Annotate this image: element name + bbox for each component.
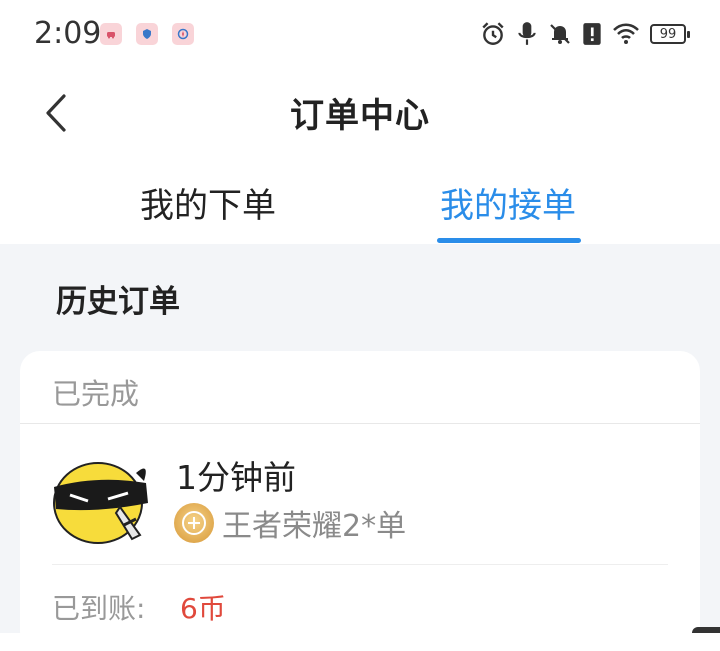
paid-value: 6币: [180, 592, 226, 625]
alert-icon: [583, 23, 601, 45]
active-tab-indicator: [437, 238, 581, 243]
paid-label: 已到账:: [52, 592, 146, 625]
order-time: 1分钟前: [176, 458, 296, 497]
compass-app-icon: [172, 23, 194, 45]
bell-off-icon: [550, 24, 570, 44]
car-app-icon: [100, 23, 122, 45]
game-row: 王者荣耀2*单: [174, 501, 406, 545]
tab-my-accepted[interactable]: 我的接单: [440, 178, 576, 227]
game-logo-icon: [174, 503, 214, 543]
microphone-icon: [518, 22, 536, 45]
battery-level: 99: [659, 26, 677, 42]
battery-icon: 99: [650, 24, 690, 44]
status-bar: 2:09 99: [0, 0, 720, 70]
shield-app-icon: [136, 23, 158, 45]
section-title: 历史订单: [56, 284, 180, 320]
avatar: [48, 451, 152, 547]
tab-my-orders[interactable]: 我的下单: [140, 178, 276, 227]
game-name: 王者荣耀2*单: [222, 509, 407, 544]
alarm-icon: [482, 22, 504, 45]
order-card[interactable]: 已完成 1分钟前 王者荣耀2*单 已到账: 6币: [20, 351, 700, 651]
content-area: 历史订单 已完成 1分钟前 王者荣耀2*单 已到账: 6币: [0, 244, 720, 651]
divider: [52, 564, 668, 565]
screen-corner: [692, 627, 720, 633]
divider: [20, 423, 700, 424]
clock: 2:09: [34, 16, 102, 51]
wifi-icon: [613, 23, 639, 44]
page-title: 订单中心: [290, 96, 430, 136]
order-status: 已完成: [52, 377, 140, 411]
